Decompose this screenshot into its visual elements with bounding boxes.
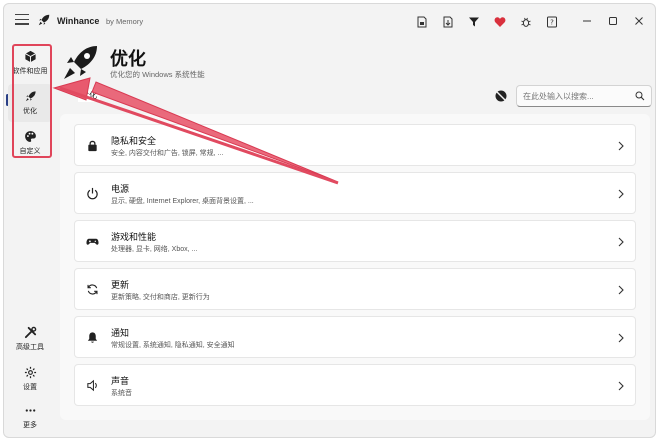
sidebar: 软件和应用 优化 自定义 高级工具 设置 更多	[4, 38, 56, 437]
page-subtitle: 优化您的 Windows 系统性能	[110, 70, 205, 79]
chevron-right-icon	[618, 285, 624, 295]
nav-item-more[interactable]: 更多	[8, 398, 52, 436]
chevron-right-icon	[618, 189, 624, 199]
section-card-privacy[interactable]: 隐私和安全 安全, 内容交付和广告, 锁屏, 常规, ...	[74, 124, 636, 166]
nav-item-software[interactable]: 软件和应用	[8, 44, 52, 82]
nav-label: 自定义	[19, 148, 41, 155]
power-icon	[87, 187, 98, 200]
app-name: Winhance	[57, 16, 100, 26]
section-card-gaming[interactable]: 游戏和性能 处理器, 显卡, 网络, Xbox, ...	[74, 220, 636, 262]
page-rocket-icon	[64, 46, 97, 79]
section-description: 安全, 内容交付和广告, 锁屏, 常规, ...	[111, 150, 224, 157]
section-description: 处理器, 显卡, 网络, Xbox, ...	[111, 246, 198, 253]
section-title: 更新	[111, 280, 130, 290]
close-icon[interactable]	[626, 12, 652, 30]
section-title: 声音	[111, 376, 130, 386]
bell-icon	[87, 332, 98, 343]
app-rocket-icon	[38, 14, 50, 26]
search-input[interactable]	[523, 89, 631, 103]
chevron-right-icon	[618, 237, 624, 247]
nav-label: 优化	[23, 108, 37, 115]
tools-icon	[24, 326, 36, 339]
palette-icon	[24, 131, 36, 142]
section-description: 常规设置, 系统通知, 隐私通知, 安全通知	[111, 342, 235, 349]
svg-text:?: ?	[550, 19, 554, 27]
nav-label: 软件和应用	[12, 68, 48, 75]
section-card-update[interactable]: 更新 更新策略, 交付和商店, 更新行为	[74, 268, 636, 310]
chevron-right-icon	[618, 333, 624, 343]
app-author: by Memory	[106, 17, 144, 26]
save-config-icon[interactable]	[409, 13, 435, 31]
nav-label: 设置	[23, 384, 37, 391]
section-card-power[interactable]: 电源 显示, 硬盘, Internet Explorer, 桌面背景设置, ..…	[74, 172, 636, 214]
gear-icon	[24, 366, 36, 379]
section-description: 显示, 硬盘, Internet Explorer, 桌面背景设置, ...	[111, 198, 254, 205]
section-title: 游戏和性能	[111, 232, 157, 242]
title-bar: Winhance by Memory ?	[4, 4, 655, 38]
app-window: Winhance by Memory ? 软件和应用 优化 自定义 高级工具 设…	[3, 3, 656, 438]
donate-heart-icon[interactable]	[487, 13, 513, 31]
nav-label: 更多	[23, 422, 37, 429]
search-box[interactable]	[516, 85, 652, 107]
breadcrumb: 优化	[78, 89, 100, 102]
nav-item-customize[interactable]: 自定义	[8, 124, 52, 162]
search-icon[interactable]	[635, 91, 645, 101]
help-icon[interactable]: ?	[539, 13, 565, 31]
package-icon	[24, 50, 36, 63]
chevron-right-icon	[618, 141, 624, 151]
filter-icon[interactable]	[461, 13, 487, 31]
nav-label: 高级工具	[16, 344, 44, 351]
hamburger-menu-icon[interactable]	[15, 14, 29, 26]
bug-report-icon[interactable]	[513, 13, 539, 31]
window-controls	[574, 12, 652, 30]
speaker-icon	[87, 379, 97, 392]
more-icon	[25, 409, 35, 412]
section-card-sound[interactable]: 声音 系统音	[74, 364, 636, 406]
lock-icon	[88, 140, 97, 152]
chevron-right-icon	[618, 381, 624, 391]
rocket-icon	[25, 91, 36, 102]
nav-item-settings[interactable]: 设置	[8, 360, 52, 398]
gamepad-icon	[86, 238, 99, 245]
minimize-icon[interactable]	[574, 12, 600, 30]
nav-item-optimize[interactable]: 优化	[8, 84, 52, 122]
section-description: 更新策略, 交付和商店, 更新行为	[111, 294, 210, 301]
page-title: 优化	[110, 49, 146, 69]
titlebar-actions: ?	[409, 13, 565, 31]
section-title: 通知	[111, 328, 130, 338]
section-title: 电源	[111, 184, 130, 194]
visibility-toggle-icon[interactable]	[494, 89, 508, 103]
section-description: 系统音	[111, 390, 132, 397]
section-title: 隐私和安全	[111, 136, 157, 146]
optimization-sections: 隐私和安全 安全, 内容交付和广告, 锁屏, 常规, ... 电源 显示, 硬盘…	[60, 114, 650, 420]
refresh-icon	[87, 284, 98, 295]
nav-item-advanced-tools[interactable]: 高级工具	[8, 320, 52, 358]
import-config-icon[interactable]	[435, 13, 461, 31]
maximize-icon[interactable]	[600, 12, 626, 30]
section-card-notifications[interactable]: 通知 常规设置, 系统通知, 隐私通知, 安全通知	[74, 316, 636, 358]
